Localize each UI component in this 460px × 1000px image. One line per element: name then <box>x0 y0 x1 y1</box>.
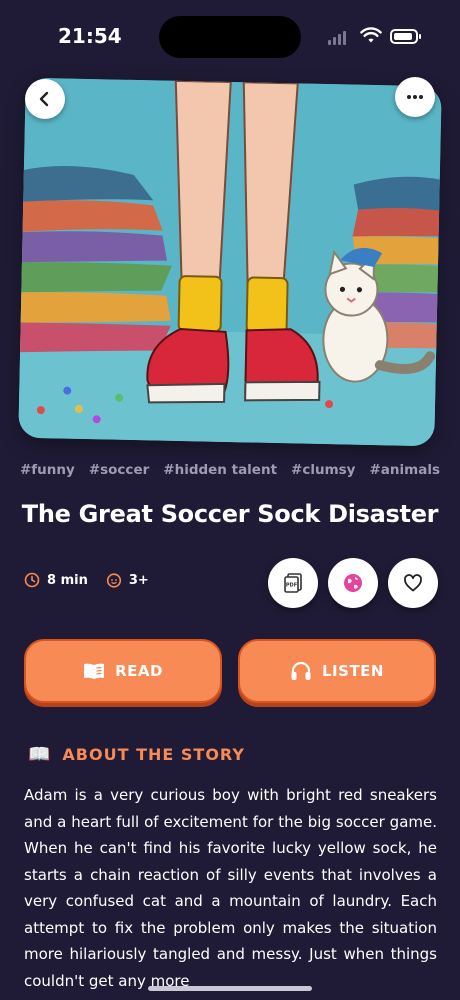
read-button[interactable]: READ <box>24 639 222 703</box>
home-indicator[interactable] <box>148 986 312 991</box>
tag-item[interactable]: #soccer <box>89 462 149 478</box>
more-options-button[interactable] <box>395 77 435 117</box>
about-heading: 📖 ABOUT THE STORY <box>28 744 245 765</box>
chevron-left-icon <box>39 91 49 107</box>
wifi-icon <box>360 27 382 43</box>
tag-item[interactable]: #clumsy <box>291 462 355 478</box>
status-time: 21:54 <box>58 24 122 48</box>
back-button[interactable] <box>25 79 65 119</box>
duration-text: 8 min <box>47 572 88 588</box>
tag-list: #funny #soccer #hidden talent #clumsy #a… <box>0 462 460 478</box>
age-text: 3+ <box>128 572 149 588</box>
story-meta: 8 min 3+ <box>24 572 149 588</box>
ellipsis-icon <box>407 95 423 99</box>
language-button[interactable] <box>328 558 378 608</box>
favorite-button[interactable] <box>388 558 438 608</box>
story-cover-image <box>18 77 442 447</box>
open-book-icon: 📖 <box>28 744 51 765</box>
svg-text:PDF: PDF <box>286 583 297 589</box>
cellular-signal-icon <box>328 31 346 45</box>
child-face-icon <box>106 573 121 588</box>
read-button-label: READ <box>115 662 163 680</box>
book-icon <box>84 663 105 679</box>
story-title: The Great Soccer Sock Disaster <box>21 500 439 528</box>
status-bar: 21:54 <box>0 0 460 70</box>
download-pdf-button[interactable]: PDF <box>268 558 318 608</box>
age-range: 3+ <box>106 572 149 588</box>
tag-item[interactable]: #funny <box>20 462 75 478</box>
dynamic-island <box>159 16 301 58</box>
pdf-icon: PDF <box>284 573 302 593</box>
tag-item[interactable]: #hidden talent <box>163 462 277 478</box>
about-description: Adam is a very curious boy with bright r… <box>24 786 437 990</box>
about-heading-text: ABOUT THE STORY <box>62 745 245 764</box>
tag-item[interactable]: #animals <box>370 462 441 478</box>
duration: 8 min <box>24 572 88 588</box>
globe-icon <box>344 574 362 592</box>
listen-button[interactable]: LISTEN <box>238 639 436 703</box>
clock-icon <box>24 572 40 588</box>
battery-icon <box>390 29 418 44</box>
listen-button-label: LISTEN <box>322 662 384 680</box>
headphones-icon <box>291 661 311 680</box>
heart-icon <box>404 574 422 592</box>
